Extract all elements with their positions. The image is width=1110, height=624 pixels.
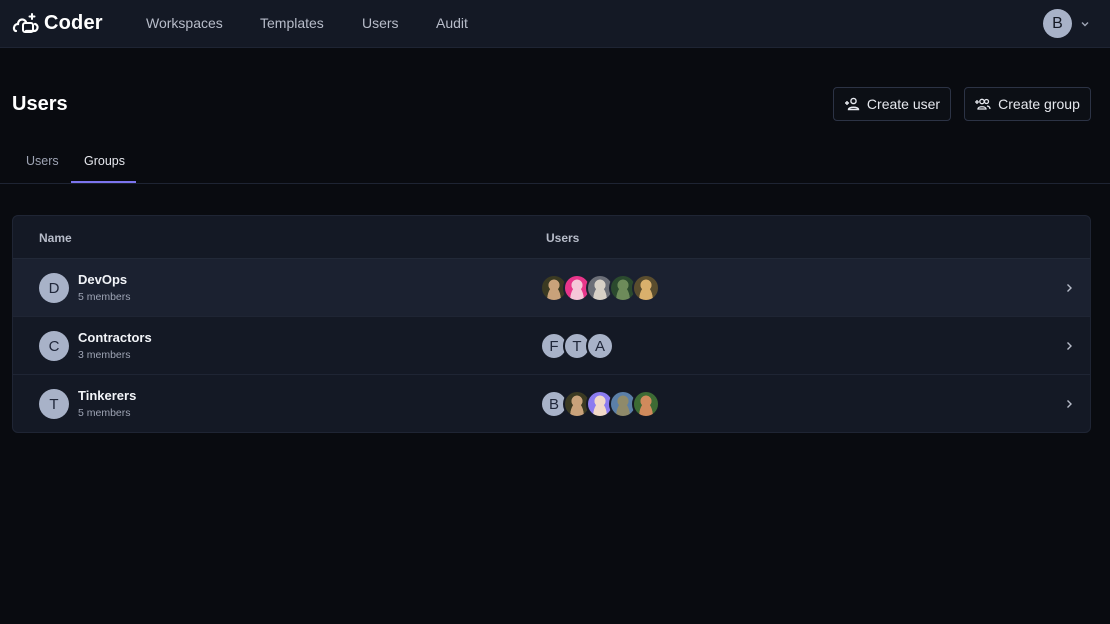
page-title: Users xyxy=(12,93,68,115)
group-add-icon xyxy=(975,98,991,110)
nav-link-workspaces[interactable]: Workspaces xyxy=(146,15,223,31)
coder-logo[interactable]: Coder xyxy=(12,11,103,35)
table-row[interactable]: T Tinkerers 5 members B xyxy=(13,375,1090,432)
member-avatar-photo xyxy=(632,390,660,418)
create-group-button[interactable]: Create group xyxy=(964,87,1091,121)
column-header-name: Name xyxy=(39,231,72,245)
tab-users[interactable]: Users xyxy=(26,154,59,168)
chevron-right-icon xyxy=(1067,284,1072,292)
group-avatar: D xyxy=(39,273,69,303)
table-row[interactable]: D DevOps 5 members xyxy=(13,259,1090,317)
chevron-down-icon xyxy=(1081,21,1089,26)
group-member-count: 5 members xyxy=(78,407,131,419)
create-user-label: Create user xyxy=(866,96,941,112)
groups-table: Name Users D DevOps 5 members C Contract… xyxy=(12,215,1091,433)
nav-link-users[interactable]: Users xyxy=(362,15,399,31)
nav-link-templates[interactable]: Templates xyxy=(260,15,324,31)
group-name: Tinkerers xyxy=(78,388,137,403)
tab-bar: Users Groups xyxy=(0,143,1110,184)
chevron-right-icon xyxy=(1067,342,1072,350)
group-name: DevOps xyxy=(78,272,128,287)
group-avatar: C xyxy=(39,331,69,361)
column-header-users: Users xyxy=(546,231,580,245)
user-menu[interactable]: B xyxy=(1043,9,1090,38)
nav-link-audit[interactable]: Audit xyxy=(436,15,468,31)
table-row[interactable]: C Contractors 3 members FTA xyxy=(13,317,1090,375)
chevron-right-icon xyxy=(1067,400,1072,408)
group-member-count: 5 members xyxy=(78,291,131,303)
group-avatar: T xyxy=(39,389,69,419)
active-tab-indicator xyxy=(71,181,136,183)
member-avatar-photo xyxy=(632,274,660,302)
group-name: Contractors xyxy=(78,330,152,345)
person-add-icon xyxy=(844,97,860,111)
coder-logo-icon xyxy=(12,13,39,33)
group-member-count: 3 members xyxy=(78,349,131,361)
create-user-button[interactable]: Create user xyxy=(833,87,951,121)
tab-groups[interactable]: Groups xyxy=(84,154,125,168)
create-group-label: Create group xyxy=(998,96,1080,112)
avatar[interactable]: B xyxy=(1043,9,1072,38)
member-avatar: A xyxy=(586,332,614,360)
app-name: Coder xyxy=(44,11,103,34)
table-header: Name Users xyxy=(13,216,1090,259)
top-navbar: Coder Workspaces Templates Users Audit B xyxy=(0,0,1110,48)
